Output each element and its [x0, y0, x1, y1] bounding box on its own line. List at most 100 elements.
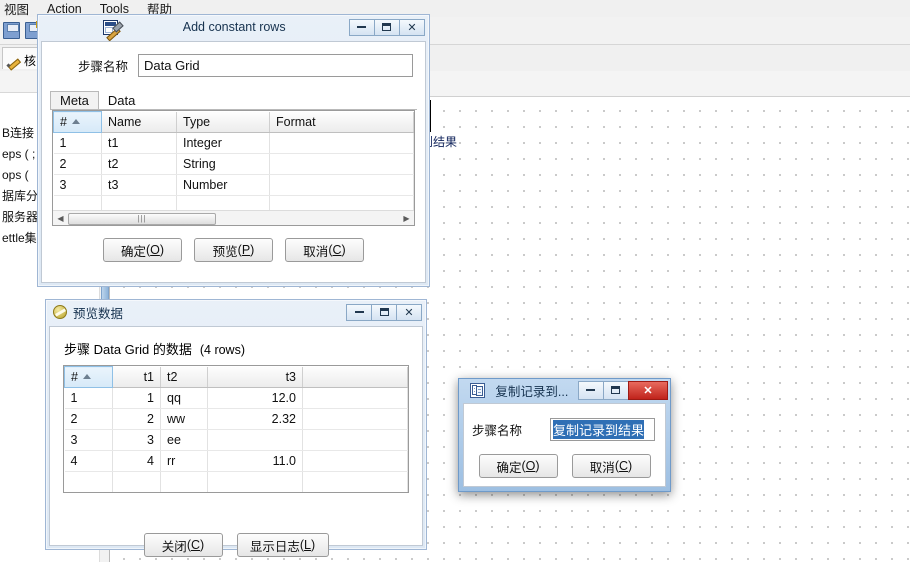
close-button[interactable]: ✕	[627, 380, 668, 400]
ok-button[interactable]: 确定(O)	[478, 454, 558, 478]
cell-t2[interactable]: qq	[160, 387, 208, 409]
cell-t3[interactable]: 12.0	[207, 387, 303, 409]
cell-type[interactable]: Number	[176, 174, 270, 196]
editor-tab-label: 核	[24, 53, 37, 68]
preview-heading: 步骤 Data Grid 的数据	[64, 342, 192, 357]
cell-format[interactable]	[269, 153, 414, 175]
cell-empty[interactable]	[160, 471, 208, 492]
maximize-button[interactable]	[373, 18, 400, 36]
cell-filler	[302, 429, 408, 451]
col-t1[interactable]: t1	[112, 366, 161, 388]
cell-name[interactable]: t1	[101, 132, 177, 154]
col-index[interactable]: #	[53, 111, 102, 133]
tab-data[interactable]: Data	[99, 92, 144, 110]
copy-rows-dialog[interactable]: 复制记录到... ✕ 步骤名称 复制记录到结果 确定(O) 取消(C)	[458, 378, 671, 492]
hscroll-track[interactable]: |||	[68, 212, 399, 225]
preview-data-titlebar[interactable]: 预览数据 ✕	[46, 300, 426, 324]
cell-empty[interactable]	[207, 471, 303, 492]
preview-data-title: 预览数据	[73, 306, 124, 321]
cell-t1[interactable]: 3	[112, 429, 161, 451]
col-t3[interactable]: t3	[207, 366, 303, 388]
cell-t1[interactable]: 2	[112, 408, 161, 430]
table-row[interactable]: 1 t1 Integer	[53, 132, 414, 154]
hscroll-thumb[interactable]: |||	[68, 212, 216, 225]
table-row[interactable]: 2 2 ww 2.32	[64, 408, 408, 430]
fields-table-hscrollbar[interactable]: ◀ ||| ▶	[53, 210, 414, 225]
ok-button[interactable]: 确定(O)	[103, 238, 182, 262]
col-filler	[302, 366, 408, 388]
cell-format[interactable]	[269, 132, 414, 154]
minimize-button[interactable]	[346, 303, 372, 321]
preview-table[interactable]: # t1 t2 t3 1 1 qq 12.0 2 2 ww 2.32 3 3 e…	[63, 365, 409, 493]
table-row[interactable]: 3 t3 Number	[53, 174, 414, 196]
preview-data-dialog[interactable]: 预览数据 ✕ 步骤 Data Grid 的数据 (4 rows) # t1 t2	[45, 299, 427, 557]
cell-t1[interactable]: 4	[112, 450, 161, 472]
cell-index[interactable]: 3	[53, 174, 102, 196]
cell-t3[interactable]: 11.0	[207, 450, 303, 472]
col-t2[interactable]: t2	[160, 366, 208, 388]
close-preview-button[interactable]: 关闭(C)	[143, 533, 223, 557]
cell-name[interactable]: t3	[101, 174, 177, 196]
table-header-row: # Name Type Format	[53, 111, 414, 133]
step-name-input[interactable]: 复制记录到结果	[550, 418, 655, 441]
cell-index[interactable]: 2	[53, 153, 102, 175]
col-format[interactable]: Format	[269, 111, 414, 133]
table-row[interactable]: 4 4 rr 11.0	[64, 450, 408, 472]
preview-icon	[53, 305, 67, 319]
cell-type[interactable]: String	[176, 153, 270, 175]
col-name[interactable]: Name	[101, 111, 177, 133]
cell-index[interactable]: 1	[64, 387, 113, 409]
cell-t2[interactable]: ee	[160, 429, 208, 451]
col-type[interactable]: Type	[176, 111, 270, 133]
add-constant-rows-titlebar[interactable]: Add constant rows ✕	[38, 15, 429, 39]
cell-t2[interactable]: rr	[160, 450, 208, 472]
scroll-left-icon[interactable]: ◀	[53, 214, 68, 223]
cell-t3[interactable]: 2.32	[207, 408, 303, 430]
table-header-row: # t1 t2 t3	[64, 366, 408, 388]
show-log-button[interactable]: 显示日志(L)	[236, 533, 329, 557]
cell-t3[interactable]	[207, 429, 303, 451]
step-name-value[interactable]: 复制记录到结果	[553, 420, 645, 439]
fields-table-grid: # Name Type Format 1 t1 Integer 2 t2 Str…	[53, 111, 414, 217]
menu-item-view[interactable]: 视图	[4, 0, 29, 18]
cell-index[interactable]: 3	[64, 429, 113, 451]
save-icon[interactable]	[2, 21, 21, 40]
scroll-right-icon[interactable]: ▶	[399, 214, 414, 223]
minimize-button[interactable]	[348, 18, 375, 36]
cell-empty	[302, 471, 408, 492]
cell-t1[interactable]: 1	[112, 387, 161, 409]
step-name-label: 步骤名称	[77, 60, 128, 74]
table-row[interactable]: 3 3 ee	[64, 429, 408, 451]
copy-rows-titlebar[interactable]: 复制记录到... ✕	[459, 379, 670, 401]
preview-button[interactable]: 预览(P)	[194, 238, 273, 262]
cell-type[interactable]: Integer	[176, 132, 270, 154]
col-index[interactable]: #	[64, 366, 113, 388]
cell-index[interactable]: 4	[64, 450, 113, 472]
fields-table[interactable]: # Name Type Format 1 t1 Integer 2 t2 Str…	[52, 110, 415, 226]
preview-data-body: 步骤 Data Grid 的数据 (4 rows) # t1 t2 t3 1 1…	[49, 326, 423, 557]
close-button[interactable]: ✕	[396, 303, 422, 321]
table-row[interactable]: 2 t2 String	[53, 153, 414, 175]
cancel-button[interactable]: 取消(C)	[571, 454, 651, 478]
table-row[interactable]: 1 1 qq 12.0	[64, 387, 408, 409]
step-name-input[interactable]: Data Grid	[138, 54, 413, 77]
copy-rows-title: 复制记录到...	[495, 384, 569, 399]
cell-index[interactable]: 1	[53, 132, 102, 154]
cell-format[interactable]	[269, 174, 414, 196]
cancel-button[interactable]: 取消(C)	[285, 238, 364, 262]
close-button[interactable]: ✕	[398, 18, 425, 36]
tab-meta[interactable]: Meta	[50, 91, 99, 110]
cell-index[interactable]: 2	[64, 408, 113, 430]
maximize-button[interactable]	[602, 380, 629, 400]
copy-rows-to-result-icon	[469, 382, 485, 398]
cell-empty[interactable]	[112, 471, 161, 492]
table-row-empty[interactable]	[64, 471, 408, 492]
add-constant-rows-dialog[interactable]: Add constant rows ✕ 步骤名称 Data Grid Meta …	[37, 14, 430, 287]
cell-name[interactable]: t2	[101, 153, 177, 175]
cell-t2[interactable]: ww	[160, 408, 208, 430]
cell-empty[interactable]	[64, 471, 113, 492]
minimize-button[interactable]	[577, 380, 604, 400]
maximize-button[interactable]	[371, 303, 397, 321]
pencil-icon	[7, 54, 20, 67]
sort-asc-icon	[71, 119, 80, 124]
